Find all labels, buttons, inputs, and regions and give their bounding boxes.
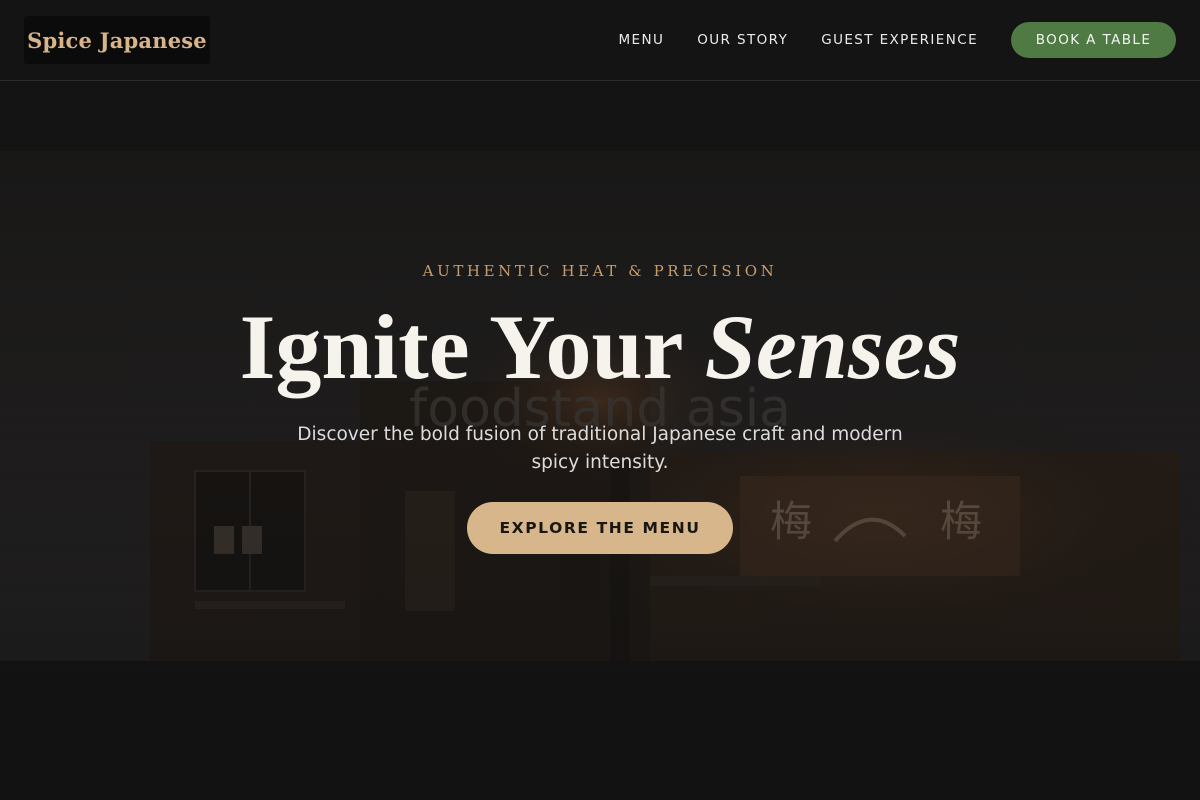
nav-link-our-story[interactable]: OUR STORY bbox=[697, 32, 788, 48]
nav-link-guest-experience[interactable]: GUEST EXPERIENCE bbox=[821, 32, 978, 48]
hero-subtitle: Discover the bold fusion of traditional … bbox=[297, 424, 903, 473]
book-a-table-button[interactable]: BOOK A TABLE bbox=[1011, 22, 1176, 58]
nav-link-menu[interactable]: MENU bbox=[618, 32, 664, 48]
site-header: Spice Japanese MENU OUR STORY GUEST EXPE… bbox=[0, 0, 1200, 81]
hero-headline-plain: Ignite Your bbox=[239, 296, 682, 398]
hero-headline: Ignite Your Senses bbox=[0, 297, 1200, 397]
brand-logo[interactable]: Spice Japanese bbox=[24, 16, 210, 64]
hero-section: 梅 梅 foodstand asia AUTHENTIC HEAT & PREC… bbox=[0, 81, 1200, 800]
hero-headline-accent: Senses bbox=[704, 296, 961, 398]
hero-eyebrow: AUTHENTIC HEAT & PRECISION bbox=[422, 262, 778, 280]
main-nav: MENU OUR STORY GUEST EXPERIENCE BOOK A T… bbox=[618, 0, 1176, 80]
explore-menu-button[interactable]: EXPLORE THE MENU bbox=[467, 502, 733, 554]
